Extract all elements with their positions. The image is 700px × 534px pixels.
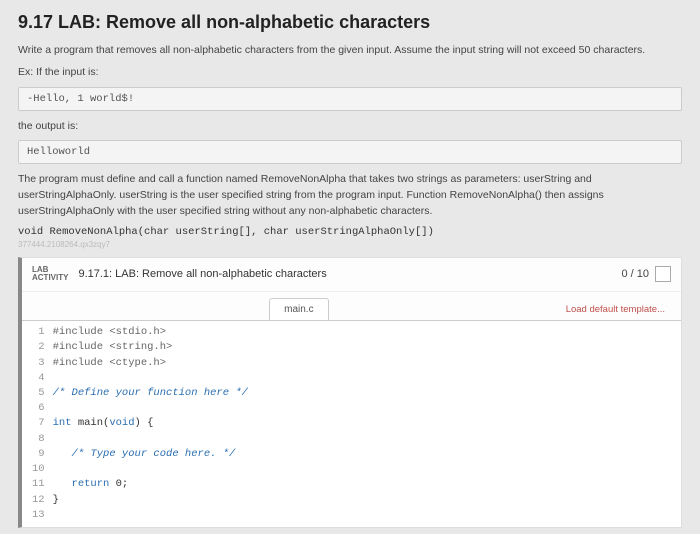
activity-title: 9.17.1: LAB: Remove all non-alphabetic c… [78,268,621,280]
tab-main-c[interactable]: main.c [269,298,328,320]
input-example-box: -Hello, 1 world$! [18,87,682,111]
output-label: the output is: [18,119,682,135]
watermark-text: 377444.2108264.qx3zqy7 [18,240,682,249]
lab-badge-line2: ACTIVITY [32,274,68,283]
tab-row: main.c Load default template... [22,292,681,320]
ex-input-label: Ex: If the input is: [18,65,682,81]
score-text: 0 / 10 [621,268,649,280]
lab-activity-card: LAB ACTIVITY 9.17.1: LAB: Remove all non… [18,257,682,528]
code-content[interactable]: #include <stdio.h>#include <string.h>#in… [53,325,248,523]
page-title: 9.17 LAB: Remove all non-alphabetic char… [18,12,682,33]
function-signature: void RemoveNonAlpha(char userString[], c… [18,226,682,238]
explanation-text: The program must define and call a funct… [18,172,682,219]
activity-header: LAB ACTIVITY 9.17.1: LAB: Remove all non… [22,258,681,293]
code-editor[interactable]: 12345678910111213 #include <stdio.h>#inc… [22,320,681,527]
line-gutter: 12345678910111213 [22,325,53,523]
lab-badge: LAB ACTIVITY [32,266,68,284]
load-default-template-link[interactable]: Load default template... [566,304,671,315]
output-example-box: Helloworld [18,140,682,164]
score-checkbox[interactable] [655,266,671,282]
intro-text: Write a program that removes all non-alp… [18,43,682,59]
